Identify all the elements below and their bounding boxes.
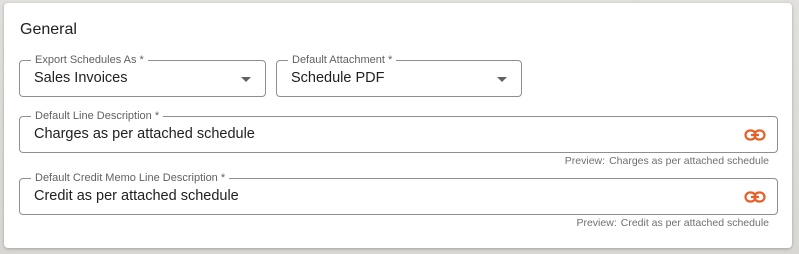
general-settings-card: General Export Schedules As * Sales Invo… bbox=[4, 3, 792, 248]
preview-label: Preview: bbox=[564, 155, 606, 167]
preview-label: Preview: bbox=[576, 217, 617, 229]
link-icon[interactable] bbox=[744, 189, 766, 205]
chevron-down-icon[interactable] bbox=[497, 77, 507, 82]
preview-value: Charges as per attached schedule bbox=[609, 155, 769, 167]
default-attachment-select[interactable]: Default Attachment * Schedule PDF bbox=[276, 54, 522, 97]
default-line-description-field[interactable]: Default Line Description * Charges as pe… bbox=[19, 110, 778, 153]
section-title: General bbox=[20, 21, 77, 38]
export-schedules-as-label: Export Schedules As * bbox=[31, 54, 148, 67]
default-credit-memo-line-description-label: Default Credit Memo Line Description * bbox=[31, 172, 230, 185]
export-schedules-as-value: Sales Invoices bbox=[34, 70, 128, 86]
export-schedules-as-select[interactable]: Export Schedules As * Sales Invoices bbox=[19, 54, 266, 97]
default-attachment-value: Schedule PDF bbox=[291, 70, 385, 86]
default-credit-memo-line-description-value: Credit as per attached schedule bbox=[34, 188, 239, 204]
preview-value: Credit as per attached schedule bbox=[620, 217, 769, 229]
default-credit-memo-line-description-field[interactable]: Default Credit Memo Line Description * C… bbox=[19, 172, 778, 215]
default-credit-memo-line-description-preview: Preview: Credit as per attached schedule bbox=[572, 217, 769, 229]
link-icon[interactable] bbox=[744, 127, 766, 143]
chevron-down-icon[interactable] bbox=[241, 77, 251, 82]
default-line-description-label: Default Line Description * bbox=[31, 110, 164, 123]
default-line-description-preview: Preview: Charges as per attached schedule bbox=[561, 155, 769, 167]
default-line-description-value: Charges as per attached schedule bbox=[34, 126, 255, 142]
default-attachment-label: Default Attachment * bbox=[288, 54, 397, 67]
